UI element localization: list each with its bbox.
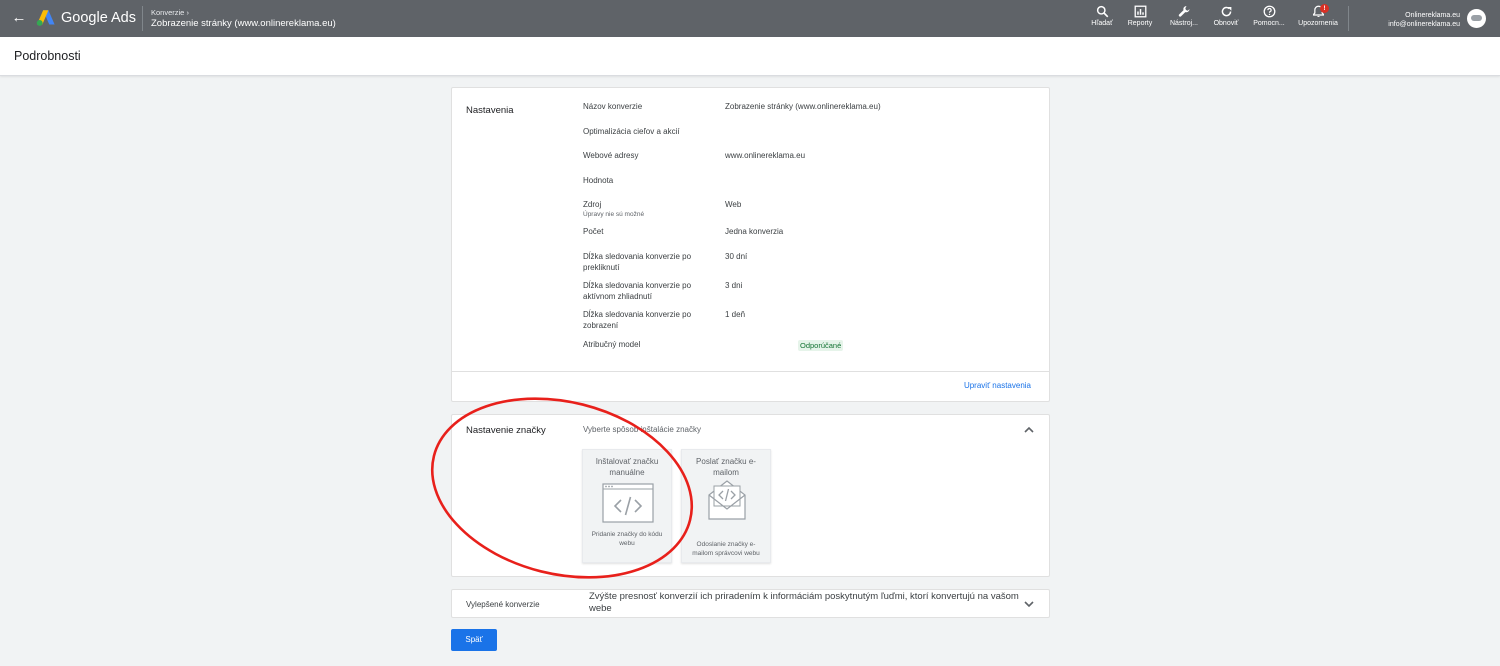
tag-setup-hint: Vyberte spôsob inštalácie značky xyxy=(583,425,701,434)
setting-label-click-through-window: Dĺžka sledovania konverzie po prekliknut… xyxy=(583,252,692,272)
notifications-button[interactable]: ! Upozornenia xyxy=(1295,3,1341,33)
collapse-button[interactable] xyxy=(1022,423,1036,437)
reports-label: Reporty xyxy=(1127,20,1153,27)
setting-label-count: Počet xyxy=(583,227,604,236)
avatar[interactable] xyxy=(1467,9,1486,28)
search-icon xyxy=(1096,5,1108,18)
back-button[interactable]: Späť xyxy=(451,629,497,651)
notifications-label: Upozornenia xyxy=(1298,20,1338,27)
email-tag-option[interactable]: Poslať značku e-mailom Odoslanie značky … xyxy=(681,449,771,563)
breadcrumb-current: Zobrazenie stránky (www.onlinereklama.eu… xyxy=(151,18,336,29)
setting-label-web-addresses: Webové adresy xyxy=(583,151,639,160)
settings-section-title: Nastavenia xyxy=(466,105,514,116)
setting-value-source: Web xyxy=(725,200,742,209)
email-tag-title: Poslať značku e-mailom xyxy=(696,457,756,477)
page-header: Podrobnosti xyxy=(0,37,1500,76)
tag-setup-card: Nastavenie značky Vyberte spôsob inštalá… xyxy=(451,414,1050,577)
edit-settings-link[interactable]: Upraviť nastavenia xyxy=(964,381,1031,390)
install-tag-manually-title: Inštalovať značku manuálne xyxy=(595,457,659,477)
settings-card: Nastavenia Názov konverzie Zobrazenie st… xyxy=(451,87,1050,402)
refresh-button[interactable]: Obnoviť xyxy=(1210,3,1242,33)
search-label: Hľadať xyxy=(1091,20,1113,27)
tools-button[interactable]: Nástroj... xyxy=(1166,3,1202,33)
recommended-badge: Odporúčané xyxy=(798,340,844,351)
back-arrow-icon[interactable]: ← xyxy=(10,9,28,27)
install-tag-manually-option[interactable]: Inštalovať značku manuálne Pridanie znač… xyxy=(582,449,672,563)
chevron-down-icon xyxy=(1024,601,1034,608)
search-button[interactable]: Hľadať xyxy=(1088,3,1116,33)
install-tag-manually-desc: Pridanie značky do kódu webu xyxy=(591,531,663,547)
card-divider xyxy=(452,371,1049,372)
notification-badge: ! xyxy=(1320,4,1329,13)
email-tag-desc: Odoslanie značky e-mailom správcovi webu xyxy=(692,541,760,557)
setting-value-engaged-view-window: 3 dni xyxy=(725,281,743,290)
topbar-divider xyxy=(142,6,143,31)
email-code-icon xyxy=(708,480,746,520)
breadcrumb-parent[interactable]: Konverzie › xyxy=(151,8,189,17)
enhanced-conversions-card[interactable]: Vylepšené konverzie Zvýšte presnosť konv… xyxy=(451,589,1050,618)
refresh-label: Obnoviť xyxy=(1213,20,1239,27)
wrench-icon xyxy=(1178,5,1190,17)
setting-label-engaged-view-window: Dĺžka sledovania konverzie po aktívnom z… xyxy=(583,281,692,301)
refresh-icon xyxy=(1221,6,1231,17)
account-info[interactable]: Onlinereklama.eu info@onlinereklama.eu xyxy=(1388,11,1460,29)
setting-label-view-through-window: Dĺžka sledovania konverzie po zobrazení xyxy=(583,310,692,330)
help-icon xyxy=(1263,5,1275,18)
account-name: Onlinereklama.eu xyxy=(1405,12,1460,19)
tag-setup-section-title: Nastavenie značky xyxy=(466,425,546,436)
setting-sublabel-source: Úpravy nie sú možné xyxy=(583,211,645,218)
setting-label-goal-optimization: Optimalizácia cieľov a akcií xyxy=(583,127,680,136)
help-button[interactable]: Pomocn... xyxy=(1250,3,1288,33)
setting-value-view-through-window: 1 deň xyxy=(725,310,746,319)
account-email: info@onlinereklama.eu xyxy=(1388,21,1460,28)
reports-icon xyxy=(1134,5,1146,18)
setting-label-attribution-model: Atribučný model xyxy=(583,340,641,349)
setting-label-conversion-name: Názov konverzie xyxy=(583,102,643,111)
setting-label-value: Hodnota xyxy=(583,176,614,185)
expand-button[interactable] xyxy=(1022,597,1036,611)
setting-value-conversion-name: Zobrazenie stránky (www.onlinereklama.eu… xyxy=(725,102,881,111)
setting-value-click-through-window: 30 dní xyxy=(725,252,748,261)
topbar-divider xyxy=(1348,6,1349,31)
brand-name: Google Ads xyxy=(61,10,136,26)
setting-label-source: Zdroj xyxy=(583,200,602,209)
browser-code-icon xyxy=(602,483,654,523)
google-ads-logo-icon xyxy=(36,10,55,26)
chevron-up-icon xyxy=(1024,426,1034,433)
setting-value-count: Jedna konverzia xyxy=(725,227,784,236)
enhanced-conversions-title: Vylepšené konverzie xyxy=(466,600,540,609)
enhanced-conversions-desc: Zvýšte presnosť konverzií ich priradením… xyxy=(589,591,1019,614)
top-app-bar: ← Google Ads Konverzie › Zobrazenie strá… xyxy=(0,0,1500,37)
page-title: Podrobnosti xyxy=(14,49,81,63)
help-label: Pomocn... xyxy=(1253,20,1285,27)
reports-button[interactable]: Reporty xyxy=(1124,3,1156,33)
tools-label: Nástroj... xyxy=(1169,20,1198,27)
setting-value-web-addresses: www.onlinereklama.eu xyxy=(725,151,806,160)
